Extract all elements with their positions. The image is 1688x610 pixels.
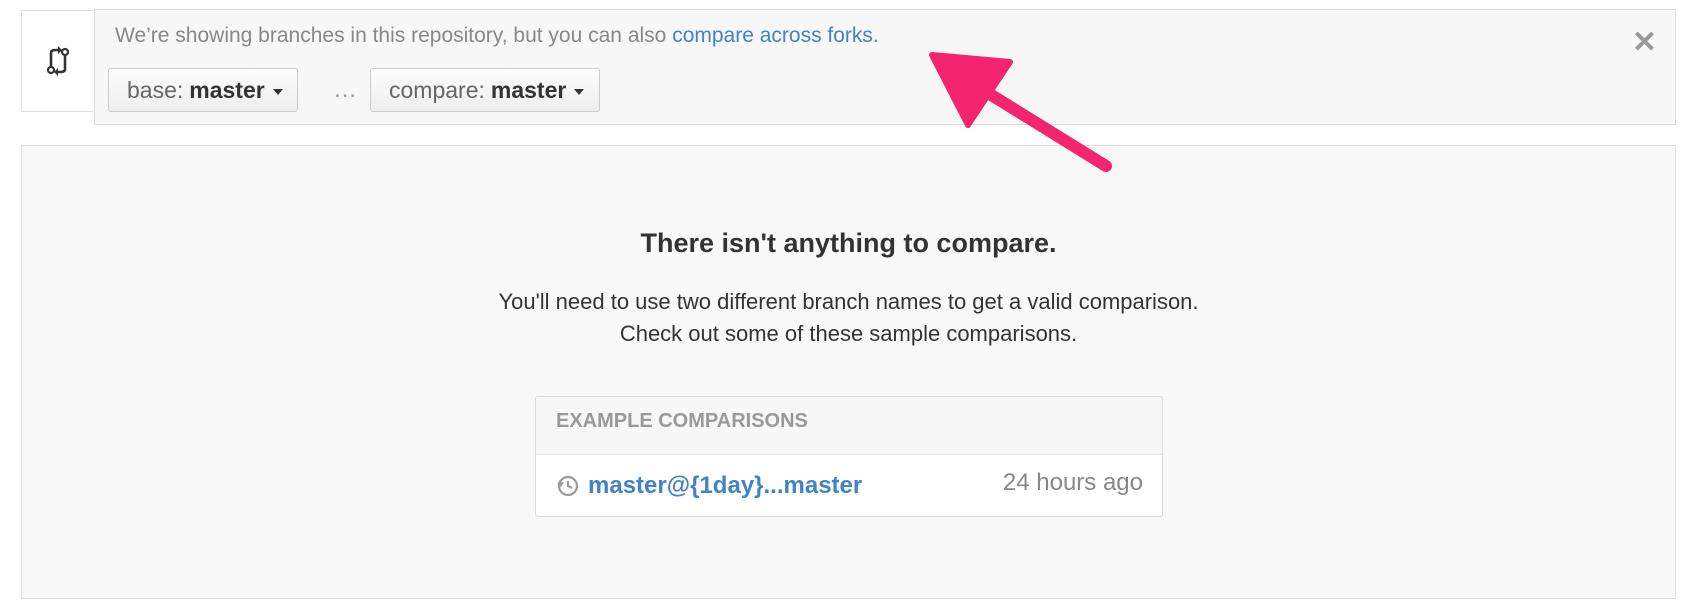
compare-branch-name: master (490, 76, 567, 103)
base-label: base: (127, 76, 184, 103)
range-ellipsis: … (333, 76, 357, 103)
blankslate-line: Check out some of these sample compariso… (619, 321, 1078, 346)
base-branch-button[interactable]: base: master (108, 68, 298, 112)
example-comparisons-header: EXAMPLE COMPARISONS (536, 397, 1162, 455)
close-icon[interactable]: ✕ (1632, 28, 1657, 58)
blankslate-description: You'll need to use two different branch … (22, 286, 1675, 350)
example-comparison-link[interactable]: master@{1day}...master (588, 472, 862, 500)
blankslate-line: You'll need to use two different branch … (498, 289, 1199, 314)
chevron-down-icon (272, 88, 283, 95)
compare-across-forks-link[interactable]: compare across forks. (672, 24, 879, 47)
base-branch-name: master (189, 76, 265, 103)
compare-label: compare: (389, 76, 485, 103)
chevron-down-icon (574, 88, 585, 95)
list-item[interactable]: master@{1day}...master 24 hours ago (536, 455, 1162, 516)
git-compare-icon (46, 46, 69, 76)
history-icon (557, 475, 579, 497)
fork-compare-notice: We’re showing branches in this repositor… (115, 24, 879, 48)
blankslate: There isn't anything to compare. You'll … (21, 145, 1676, 599)
compare-branch-button[interactable]: compare: master (370, 68, 600, 112)
example-comparisons-box: EXAMPLE COMPARISONS master@{1day}...mast… (535, 396, 1163, 517)
blankslate-title: There isn't anything to compare. (640, 228, 1057, 258)
example-comparison-time: 24 hours ago (1002, 469, 1143, 496)
compare-range-panel: We’re showing branches in this repositor… (94, 9, 1676, 125)
notice-text: We’re showing branches in this repositor… (115, 24, 667, 47)
compare-icon-box (21, 10, 93, 112)
